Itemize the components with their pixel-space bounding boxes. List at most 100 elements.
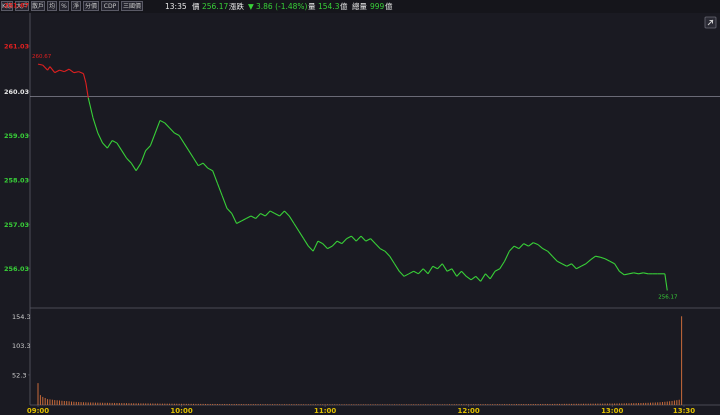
intraday-chart: 261.67 261.03 260.03 259.03 258.03 257.03 256.… [4, 2, 720, 415]
price-line-segment [528, 242, 534, 247]
price-line-segment [451, 268, 458, 277]
price-line-segment [480, 273, 486, 282]
open-price-label: 260.67 [32, 54, 52, 60]
price-tick-label: 261.03 [4, 43, 29, 51]
price-line-segment [446, 268, 453, 272]
price-line-segment [164, 122, 170, 129]
price-line-segment [193, 157, 199, 166]
price-line-segment [264, 210, 271, 217]
time-tick-label: 13:30 [673, 407, 695, 415]
price-line-segment [394, 263, 400, 272]
price-line-segment [245, 215, 252, 219]
price-line-segment [59, 69, 65, 73]
price-line-segment [465, 275, 472, 281]
price-line-segment [619, 270, 625, 276]
price-line-segment [432, 265, 438, 270]
price-line-segment [346, 235, 352, 240]
price-line-segment [355, 235, 362, 242]
price-line-segment [494, 268, 501, 272]
price-line-segment [604, 258, 611, 262]
last-price-label: 256.17 [658, 294, 678, 300]
price-line-segment [54, 69, 60, 74]
price-line-segment [628, 272, 634, 275]
price-line-segment [595, 255, 601, 258]
price-line-segment [130, 162, 137, 172]
time-tick-label: 12:00 [458, 407, 480, 415]
price-line-segment [508, 245, 515, 252]
price-line-segment [188, 150, 194, 159]
price-line-segment [542, 248, 548, 252]
price-line-segment [135, 162, 142, 172]
price-line-segment [547, 250, 553, 257]
price-line-segment [360, 235, 367, 242]
price-line-segment [317, 240, 323, 245]
price-line-segment [42, 64, 48, 71]
price-line-segment [384, 250, 391, 257]
price-line-segment [370, 238, 376, 245]
price-line-segment [322, 243, 328, 250]
price-line-segment [475, 275, 482, 282]
price-line-segment [470, 275, 477, 281]
price-line-segment [365, 238, 371, 242]
price-line-segment [37, 63, 43, 66]
price-tick-label: 259.03 [4, 132, 29, 140]
price-line-segment [566, 263, 572, 267]
price-line-segment [212, 170, 218, 184]
price-line-segment [269, 210, 276, 214]
price-line-segment [116, 142, 123, 151]
price-line-segment [140, 150, 147, 164]
price-line-segment [241, 218, 247, 222]
price-line-segment [374, 243, 381, 250]
price-line-segment [590, 255, 596, 261]
price-line-segment [499, 260, 506, 270]
price-line-segment [78, 71, 84, 75]
price-line-segment [518, 243, 525, 250]
price-line-segment [389, 255, 395, 265]
time-tick-label: 10:00 [170, 407, 192, 415]
price-line-segment [82, 73, 87, 83]
price-line-segment [461, 270, 467, 277]
price-line-segment [576, 265, 582, 270]
price-line-segment [274, 212, 280, 217]
price-line-segment [418, 268, 424, 275]
price-line-segment [279, 210, 285, 217]
price-line-segment [585, 259, 592, 265]
price-line-segment [178, 135, 185, 144]
price-line-segment [47, 66, 51, 71]
price-line-segment [571, 263, 577, 270]
price-line-segment [221, 195, 228, 209]
price-line-segment [126, 157, 132, 164]
price-line-segment [236, 220, 242, 225]
price-line-segment [106, 140, 113, 149]
price-line-segment [441, 263, 448, 272]
price-line-segment [398, 270, 405, 277]
price-line-segment [260, 212, 266, 217]
price-line-segment [68, 68, 75, 74]
price-line-segment [312, 240, 319, 252]
price-line-segment [609, 260, 615, 265]
price-line-segment [64, 68, 70, 73]
price-line-segment [216, 183, 223, 197]
price-line-segment [111, 140, 118, 144]
price-tick-label: 260.03 [4, 88, 29, 96]
price-line-segment [561, 263, 568, 267]
price-line-segment [331, 240, 338, 247]
price-tick-label: 261.67 [4, 2, 29, 10]
volume-tick-label: 52.3 [12, 371, 26, 379]
price-line-segment [485, 273, 491, 280]
time-tick-label: 09:00 [27, 407, 49, 415]
price-line-segment [121, 150, 127, 159]
price-line-segment [513, 245, 520, 250]
price-line-segment [49, 66, 56, 73]
price-line-segment [92, 117, 99, 134]
link-icon[interactable] [704, 16, 717, 29]
price-line-segment [226, 208, 233, 214]
price-line-segment [159, 119, 166, 124]
price-line-segment [643, 272, 649, 275]
price-tick-label: 258.03 [4, 177, 29, 185]
price-line-segment [97, 132, 104, 144]
price-line-segment [379, 248, 386, 252]
price-line-segment [307, 245, 314, 252]
price-line-segment [456, 270, 462, 277]
price-line-segment [169, 127, 175, 134]
